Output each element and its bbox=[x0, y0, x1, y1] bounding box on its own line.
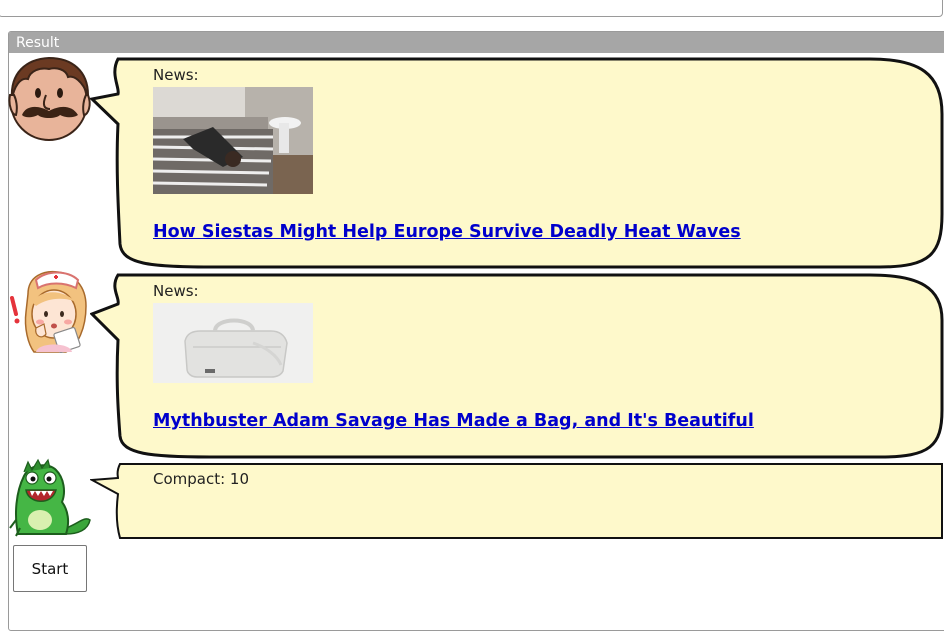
compact-label: Compact: 10 bbox=[153, 470, 250, 488]
news-headline-link[interactable]: Mythbuster Adam Savage Has Made a Bag, a… bbox=[153, 411, 754, 431]
mustache-man-avatar bbox=[8, 56, 91, 141]
top-frame bbox=[0, 0, 943, 17]
news-headline-link[interactable]: How Siestas Might Help Europe Survive De… bbox=[153, 222, 741, 242]
nurse-avatar bbox=[10, 270, 87, 353]
green-monster-avatar bbox=[9, 458, 91, 537]
speech-bubble: News: How Siestas Might Help Europe Surv… bbox=[90, 54, 944, 270]
news-label: News: bbox=[153, 282, 199, 300]
speech-bubble: News: Mythbuster Adam Savage Has Made a … bbox=[90, 270, 944, 460]
result-panel-title: Result bbox=[9, 32, 944, 53]
news-thumbnail bbox=[153, 87, 313, 194]
start-button[interactable]: Start bbox=[13, 545, 87, 592]
news-thumbnail bbox=[153, 303, 313, 383]
news-label: News: bbox=[153, 66, 199, 84]
speech-bubble: Compact: 10 bbox=[90, 458, 944, 542]
